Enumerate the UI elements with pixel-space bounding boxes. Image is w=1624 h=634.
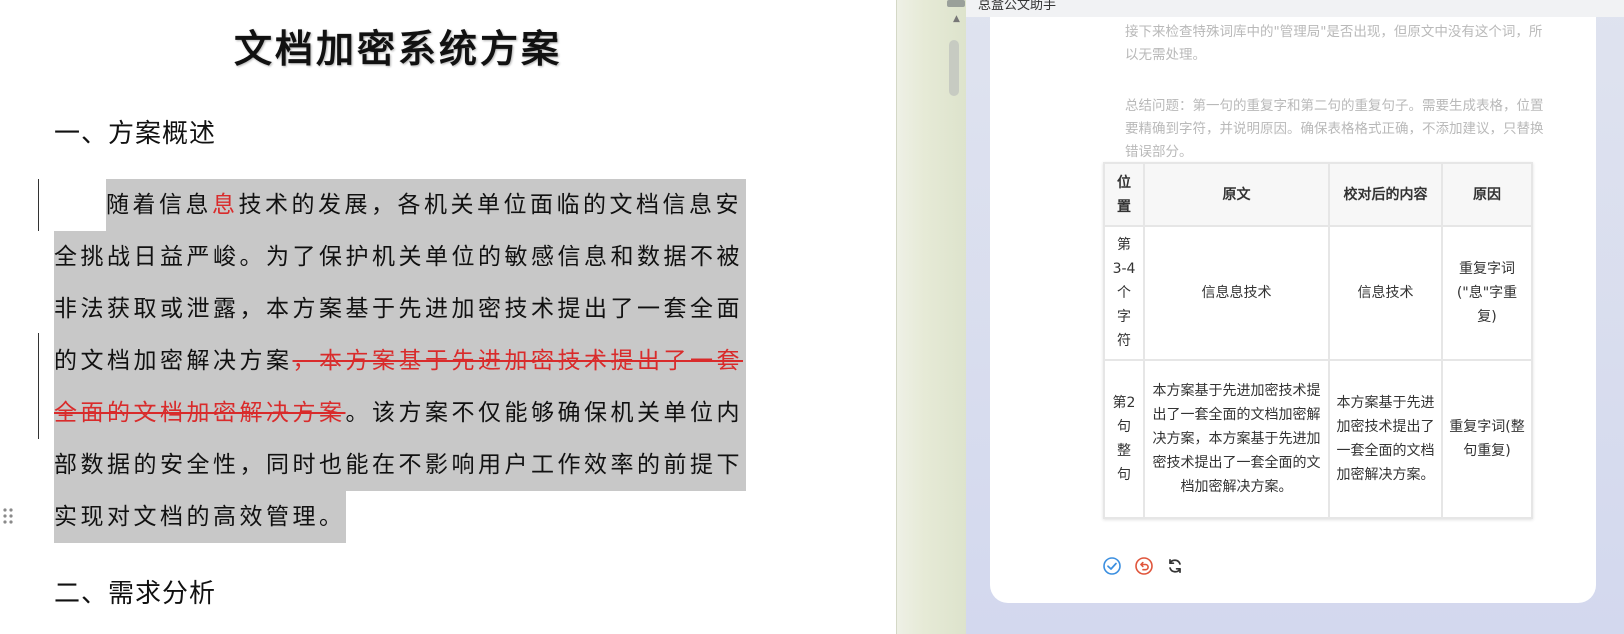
selected-paragraph[interactable]: 随着信息息技术的发展，各机关单位面临的文档信息安 全挑战日益严峻。为了保护机关单… xyxy=(54,179,746,543)
drag-handle-icon[interactable] xyxy=(2,506,14,526)
refresh-icon[interactable] xyxy=(1165,556,1185,576)
table-cell: 信息息技术 xyxy=(1143,225,1330,361)
column-header: 原文 xyxy=(1143,162,1330,227)
undo-circle-icon[interactable] xyxy=(1134,556,1154,576)
scroll-up-icon[interactable]: ▲ xyxy=(953,14,960,24)
table-cell: 第3-4个字符 xyxy=(1103,225,1145,361)
section-heading-requirements[interactable]: 二、需求分析 xyxy=(54,573,216,610)
reasoning-text: 接下来检查特殊词库中的"管理局"是否出现，但原文中没有这个词，所以无需处理。 xyxy=(1125,24,1543,63)
duplicate-char: 息 xyxy=(212,192,239,218)
table-row: 第2句整句 本方案基于先进加密技术提出了一套全面的文档加密解决方案，本方案基于先… xyxy=(1103,359,1533,519)
paragraph-line: 的文档加密解决方案，本方案基于先进加密技术提出了一套 xyxy=(54,335,746,387)
document-title: 文档加密系统方案 xyxy=(233,27,562,71)
revision-bar xyxy=(38,179,39,231)
check-circle-icon[interactable] xyxy=(1102,556,1122,576)
section-heading-overview[interactable]: 一、方案概述 xyxy=(54,113,216,150)
panel-header: 总盒公文助手 xyxy=(966,0,1624,17)
paragraph-line: 非法获取或泄露，本方案基于先进加密技术提出了一套全面 xyxy=(54,283,746,335)
table-cell: 本方案基于先进加密技术提出了一套全面的文档加密解决方案，本方案基于先进加密技术提… xyxy=(1143,359,1330,519)
column-header: 校对后的内容 xyxy=(1328,162,1443,227)
panel-divider[interactable]: ▲ xyxy=(896,0,966,634)
column-header: 原因 xyxy=(1441,162,1533,227)
revision-bar xyxy=(38,333,39,439)
table-cell: 重复字词(整句重复) xyxy=(1441,359,1533,519)
reasoning-text: 总结问题：第一句的重复字和第二句的重复句子。需要生成表格，位置要精确到字符，并说… xyxy=(1125,98,1544,160)
paragraph-line: 部数据的安全性，同时也能在不影响用户工作效率的前提下 xyxy=(54,439,746,491)
paragraph-line: 实现对文档的高效管理。 xyxy=(54,491,746,543)
paragraph-line: 全面的文档加密解决方案。该方案不仅能够确保机关单位内 xyxy=(54,387,746,439)
table-row: 第3-4个字符 信息息技术 信息技术 重复字词("息"字重复) xyxy=(1103,225,1533,361)
table-cell: 第2句整句 xyxy=(1103,359,1145,519)
paragraph-line: 全挑战日益严峻。为了保护机关单位的敏感信息和数据不被 xyxy=(54,231,746,283)
column-header: 位置 xyxy=(1103,162,1145,227)
table-cell: 本方案基于先进加密技术提出了一套全面的文档加密解决方案。 xyxy=(1328,359,1443,519)
deleted-text: ，本方案基于先进加密技术提出了一套 xyxy=(292,348,743,374)
table-cell: 重复字词("息"字重复) xyxy=(1441,225,1533,361)
document-editor[interactable]: 文档加密系统方案 一、方案概述 随着信息息技术的发展，各机关单位面临的文档信息安… xyxy=(0,0,896,634)
table-header-row: 位置 原文 校对后的内容 原因 xyxy=(1103,162,1533,227)
deleted-text: 全面的文档加密解决方案 xyxy=(54,400,346,426)
panel-title: 总盒公文助手 xyxy=(978,0,1057,13)
paragraph-line: 随着信息息技术的发展，各机关单位面临的文档信息安 xyxy=(54,179,746,231)
proofread-table: 位置 原文 校对后的内容 原因 第3-4个字符 信息息技术 信息技术 重复字词(… xyxy=(1103,162,1533,519)
table-cell: 信息技术 xyxy=(1328,225,1443,361)
grip-icon[interactable] xyxy=(947,0,965,7)
scrollbar-thumb[interactable] xyxy=(949,40,959,96)
